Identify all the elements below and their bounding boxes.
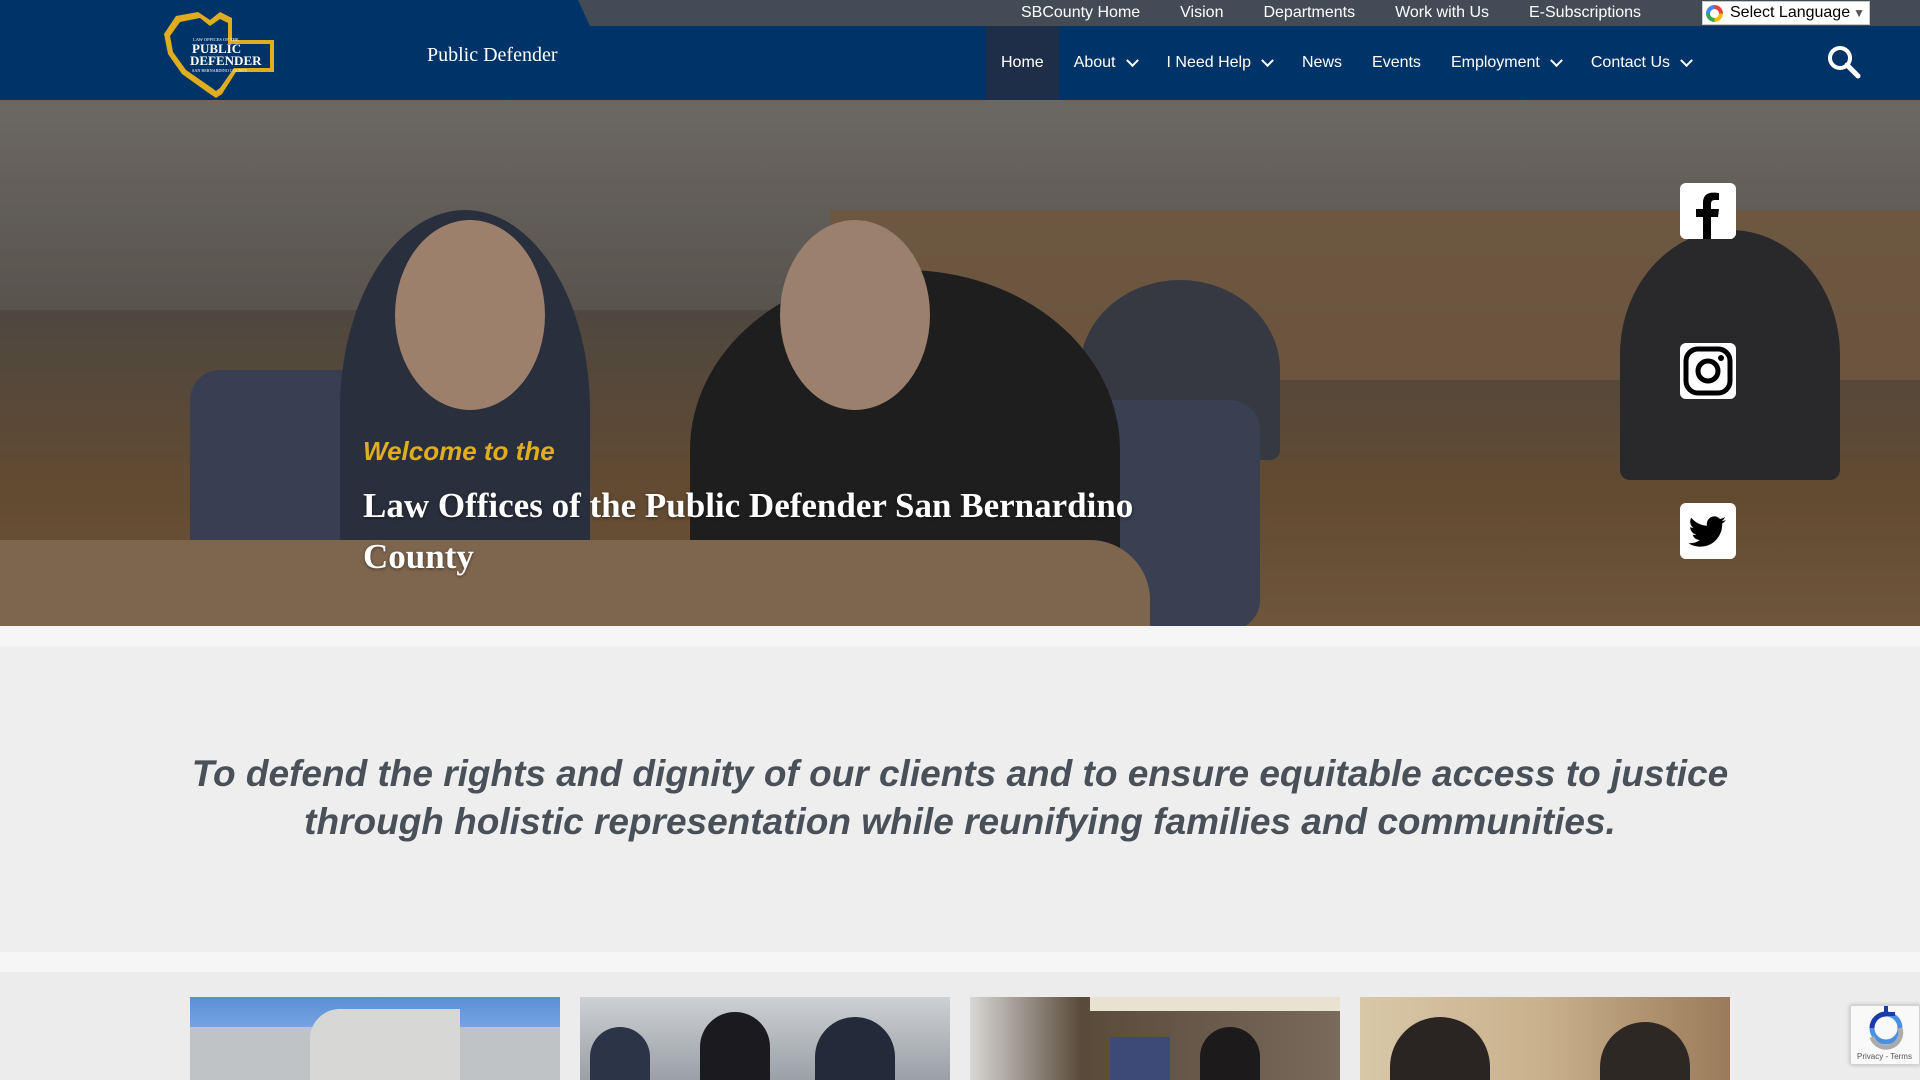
nav-label: News	[1302, 54, 1343, 71]
nav-item-news[interactable]: News	[1287, 26, 1357, 100]
recaptcha-links[interactable]: Privacy - Terms	[1857, 1052, 1912, 1061]
card-office-image[interactable]	[970, 997, 1340, 1080]
chevron-down-icon	[1261, 53, 1274, 67]
chevron-down-icon	[1680, 53, 1693, 67]
language-select[interactable]: Select Language ▼	[1702, 1, 1870, 25]
person-shape	[815, 1017, 895, 1080]
dropdown-arrow-icon: ▼	[1853, 6, 1865, 20]
public-defender-logo[interactable]: LAW OFFICES OF THE PUBLIC DEFENDER SAN B…	[158, 10, 276, 100]
twitter-icon[interactable]	[1680, 503, 1736, 559]
chevron-down-icon	[1125, 53, 1139, 67]
language-select-label: Select Language	[1730, 4, 1851, 21]
main-nav: Home About I Need Help News Events Emplo…	[986, 26, 1706, 100]
card-consultation-image[interactable]	[1360, 997, 1730, 1080]
nav-item-home[interactable]: Home	[986, 26, 1059, 100]
card-staff-image[interactable]	[580, 997, 950, 1080]
nav-item-contact-us[interactable]: Contact Us	[1576, 26, 1706, 100]
instagram-icon[interactable]	[1680, 343, 1736, 399]
facebook-icon[interactable]	[1680, 183, 1736, 239]
nav-label: Home	[1001, 54, 1044, 71]
utility-bar-accent	[0, 0, 590, 26]
mission-statement: To defend the rights and dignity of our …	[191, 753, 1729, 842]
logo-line-4: SAN BERNARDINO COUNTY	[192, 68, 247, 73]
nav-label: I Need Help	[1166, 54, 1252, 71]
section-divider	[0, 952, 1920, 972]
nav-label: About	[1073, 54, 1116, 71]
utility-nav: SBCounty Home Vision Departments Work wi…	[1021, 0, 1681, 26]
google-icon	[1706, 4, 1723, 22]
nav-item-about[interactable]: About	[1059, 26, 1152, 100]
utility-bar: SBCounty Home Vision Departments Work wi…	[0, 0, 1920, 26]
mission-section: To defend the rights and dignity of our …	[0, 646, 1920, 952]
section-divider	[0, 626, 1920, 646]
recaptcha-badge[interactable]: Privacy - Terms	[1850, 1005, 1920, 1065]
building-shape	[310, 1009, 460, 1080]
nav-label: Events	[1372, 54, 1421, 71]
search-icon[interactable]	[1826, 44, 1862, 80]
chevron-down-icon	[1549, 53, 1563, 67]
utility-link-work-with-us[interactable]: Work with Us	[1395, 4, 1489, 22]
site-name[interactable]: Public Defender	[427, 44, 558, 67]
logo-line-3: DEFENDER	[190, 53, 262, 68]
monitor-shape	[1110, 1037, 1170, 1080]
person-shape	[1600, 1022, 1690, 1080]
utility-link-vision[interactable]: Vision	[1180, 4, 1223, 22]
nav-label: Employment	[1450, 54, 1540, 71]
nav-item-i-need-help[interactable]: I Need Help	[1152, 26, 1288, 100]
person-shape	[1200, 1027, 1260, 1080]
person-shape	[590, 1027, 650, 1080]
person-shape	[1390, 1017, 1490, 1080]
nav-item-events[interactable]: Events	[1357, 26, 1436, 100]
card-courthouse-image[interactable]	[190, 997, 560, 1080]
hero-welcome: Welcome to the	[363, 436, 555, 466]
recaptcha-icon	[1869, 1006, 1904, 1050]
person-shape	[700, 1012, 770, 1080]
nav-item-employment[interactable]: Employment	[1436, 26, 1576, 100]
utility-link-sbcounty-home[interactable]: SBCounty Home	[1021, 4, 1140, 22]
utility-link-departments[interactable]: Departments	[1263, 4, 1355, 22]
shelf-shape	[1090, 997, 1340, 1011]
nav-label: Contact Us	[1590, 54, 1670, 71]
feature-cards	[0, 972, 1920, 1080]
utility-link-e-subscriptions[interactable]: E-Subscriptions	[1529, 4, 1641, 22]
hero-title: Law Offices of the Public Defender San B…	[363, 486, 1134, 576]
